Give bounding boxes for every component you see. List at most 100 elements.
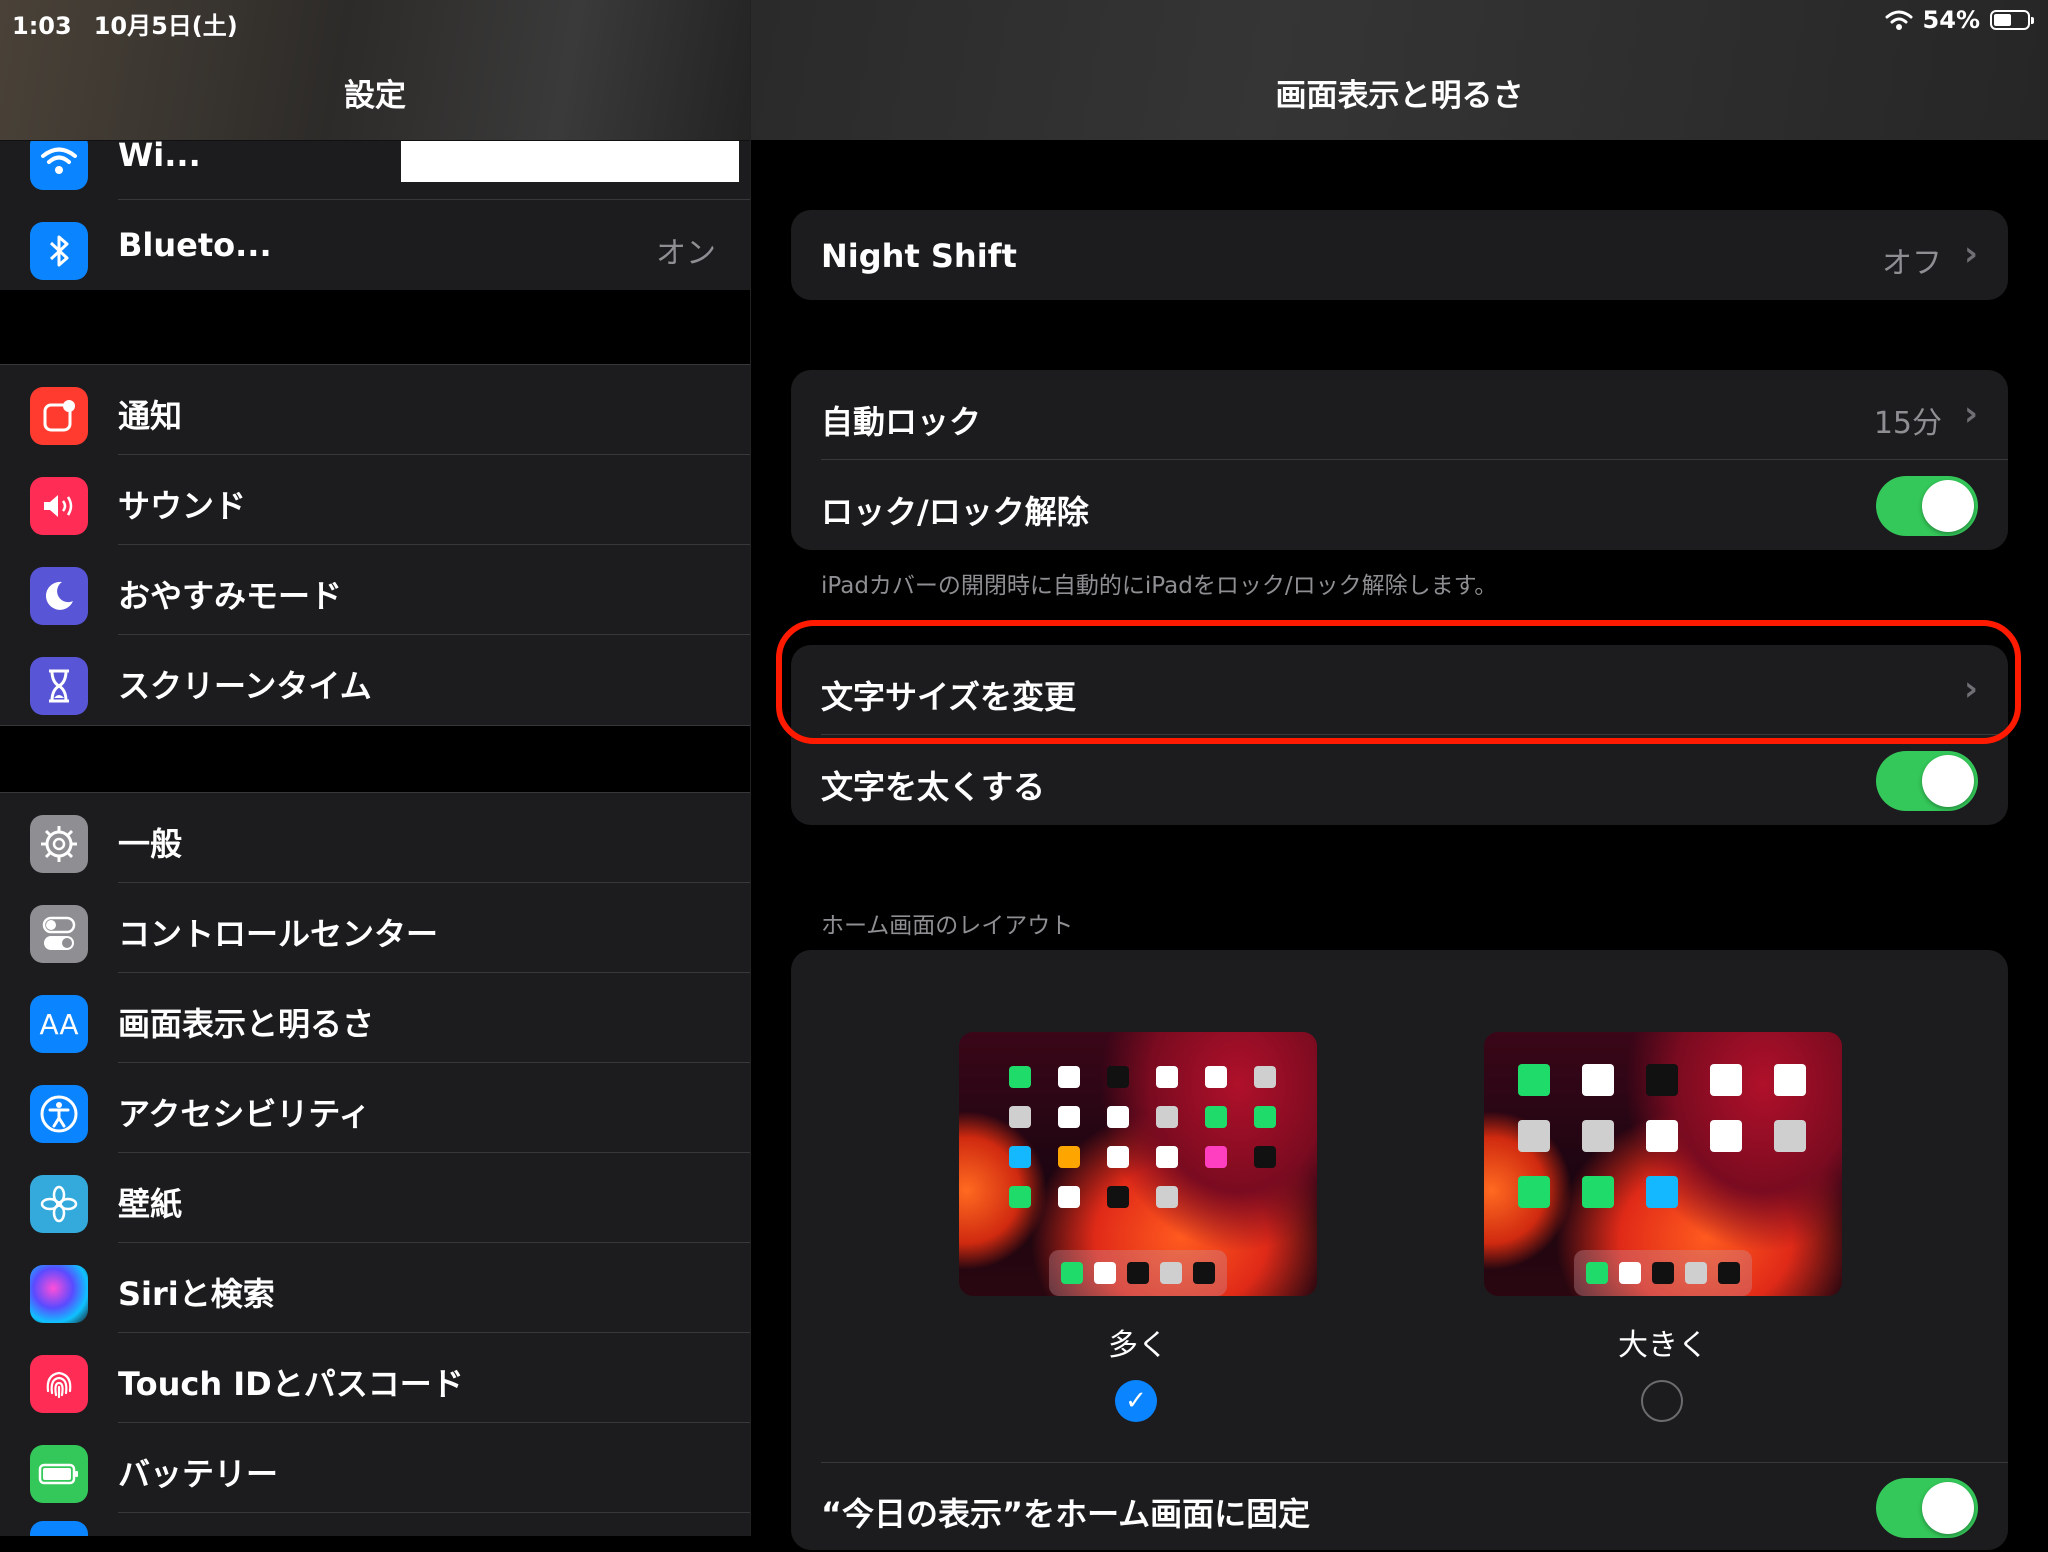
battery-icon <box>30 1445 88 1503</box>
layout-bigger-label: 大きく <box>1618 1328 1708 1363</box>
toggle-knob <box>1922 480 1974 532</box>
layout-more-label: 多く <box>1108 1328 1168 1363</box>
night-shift-row[interactable]: Night Shift オフ › <box>791 210 2008 300</box>
sidebar-title: 設定 <box>344 78 406 114</box>
sidebar-item-label: アクセシビリティ <box>118 1095 371 1133</box>
moon-icon <box>30 567 88 625</box>
app-tile <box>1582 1064 1614 1096</box>
dock-tile <box>1586 1262 1608 1284</box>
sidebar-item-display-brightness[interactable]: AA 画面表示と明るさ <box>0 973 750 1063</box>
wallpaper-icon <box>30 1175 88 1233</box>
sidebar-item-partial[interactable] <box>0 1513 750 1536</box>
chevron-right-icon: › <box>1963 234 1978 274</box>
app-tile <box>1646 1120 1678 1152</box>
dock <box>1049 1250 1227 1296</box>
settings-sidebar: Wi... Blueto... オン 通知 サウンド おやすみモード スクリーン… <box>0 0 750 1536</box>
privacy-icon <box>30 1521 88 1536</box>
app-tile <box>1009 1146 1031 1168</box>
app-tile <box>1156 1146 1178 1168</box>
sidebar-item-accessibility[interactable]: アクセシビリティ <box>0 1063 750 1153</box>
auto-lock-label: 自動ロック <box>821 403 982 441</box>
app-tile <box>1058 1186 1080 1208</box>
layout-more-radio-checked[interactable]: ✓ <box>1115 1380 1157 1422</box>
sidebar-item-label: バッテリー <box>118 1455 279 1493</box>
bold-text-label: 文字を太くする <box>821 768 1046 806</box>
battery-status-icon <box>1990 10 2034 30</box>
sidebar-group-general: 一般 コントロールセンター AA 画面表示と明るさ アクセシビリティ 壁紙 Si… <box>0 792 750 1536</box>
sidebar-item-value: オン <box>656 236 716 271</box>
sidebar-item-bluetooth[interactable]: Blueto... オン <box>0 200 750 290</box>
sidebar-item-label: スクリーンタイム <box>118 667 372 705</box>
app-tile <box>1646 1176 1678 1208</box>
app-tile <box>1774 1120 1806 1152</box>
lock-unlock-row: ロック/ロック解除 <box>791 460 2008 550</box>
status-bar-left: 1:03 10月5日(土) <box>12 6 260 41</box>
status-date: 10月5日(土) <box>93 12 238 40</box>
layout-bigger-preview[interactable] <box>1484 1032 1842 1296</box>
app-tile <box>1058 1066 1080 1088</box>
dock <box>1574 1250 1752 1296</box>
app-tile <box>1254 1106 1276 1128</box>
dock-tile <box>1193 1262 1215 1284</box>
app-tile <box>1205 1106 1227 1128</box>
sidebar-item-label: おやすみモード <box>118 577 343 615</box>
app-tile <box>1518 1176 1550 1208</box>
app-tile <box>1710 1120 1742 1152</box>
sidebar-item-label: サウンド <box>118 487 247 525</box>
app-tile <box>1254 1146 1276 1168</box>
sidebar-item-label: 一般 <box>118 825 183 863</box>
lock-unlock-label: ロック/ロック解除 <box>821 493 1089 531</box>
status-bar-right: 54% <box>1885 6 2034 34</box>
auto-lock-row[interactable]: 自動ロック 15分 › <box>791 370 2008 460</box>
accessibility-icon <box>30 1085 88 1143</box>
layout-bigger-radio[interactable] <box>1641 1380 1683 1422</box>
app-tile <box>1646 1064 1678 1096</box>
pin-today-label: “今日の表示”をホーム画面に固定 <box>821 1495 1311 1533</box>
dock-tile <box>1718 1262 1740 1284</box>
sidebar-item-label: 通知 <box>118 397 183 435</box>
sidebar-item-label: Siriと検索 <box>118 1275 275 1313</box>
app-tile <box>1009 1066 1031 1088</box>
sidebar-item-siri[interactable]: Siriと検索 <box>0 1243 750 1333</box>
app-tile <box>1774 1064 1806 1096</box>
control-center-icon <box>30 905 88 963</box>
app-tile <box>1107 1146 1129 1168</box>
app-tile <box>1710 1064 1742 1096</box>
sidebar-group-notifications: 通知 サウンド おやすみモード スクリーンタイム <box>0 364 750 726</box>
app-tile <box>1205 1066 1227 1088</box>
night-shift-card: Night Shift オフ › <box>791 210 2008 300</box>
app-tile <box>1156 1066 1178 1088</box>
app-tile <box>1582 1120 1614 1152</box>
night-shift-label: Night Shift <box>821 237 1017 275</box>
bold-text-toggle[interactable] <box>1876 751 1978 811</box>
app-tile <box>1156 1106 1178 1128</box>
sound-icon <box>30 477 88 535</box>
sidebar-item-wallpaper[interactable]: 壁紙 <box>0 1153 750 1243</box>
sidebar-item-label: Touch IDとパスコード <box>118 1365 464 1403</box>
layout-more-preview[interactable] <box>959 1032 1317 1296</box>
sidebar-item-battery[interactable]: バッテリー <box>0 1423 750 1513</box>
sidebar-item-sound[interactable]: サウンド <box>0 455 750 545</box>
sidebar-item-label: Wi... <box>118 136 201 174</box>
sidebar-item-notifications[interactable]: 通知 <box>0 365 750 455</box>
sidebar-item-general[interactable]: 一般 <box>0 793 750 883</box>
sidebar-item-screen-time[interactable]: スクリーンタイム <box>0 635 750 725</box>
sidebar-item-control-center[interactable]: コントロールセンター <box>0 883 750 973</box>
pin-today-toggle[interactable] <box>1876 1478 1978 1538</box>
sidebar-item-touch-id[interactable]: Touch IDとパスコード <box>0 1333 750 1423</box>
app-tile <box>1107 1066 1129 1088</box>
gear-icon <box>30 815 88 873</box>
sidebar-item-label: 画面表示と明るさ <box>118 1005 375 1043</box>
fingerprint-icon <box>30 1355 88 1413</box>
lock-unlock-toggle[interactable] <box>1876 476 1978 536</box>
bold-text-row: 文字を太くする <box>791 735 2008 825</box>
sidebar-item-do-not-disturb[interactable]: おやすみモード <box>0 545 750 635</box>
auto-lock-value: 15分 <box>1873 406 1942 441</box>
dock-tile <box>1685 1262 1707 1284</box>
lock-card: 自動ロック 15分 › ロック/ロック解除 <box>791 370 2008 550</box>
page-title: 画面表示と明るさ <box>1275 78 1524 114</box>
split-divider <box>750 0 751 1536</box>
app-tile <box>1205 1146 1227 1168</box>
app-tile <box>1518 1064 1550 1096</box>
toggle-knob <box>1922 755 1974 807</box>
